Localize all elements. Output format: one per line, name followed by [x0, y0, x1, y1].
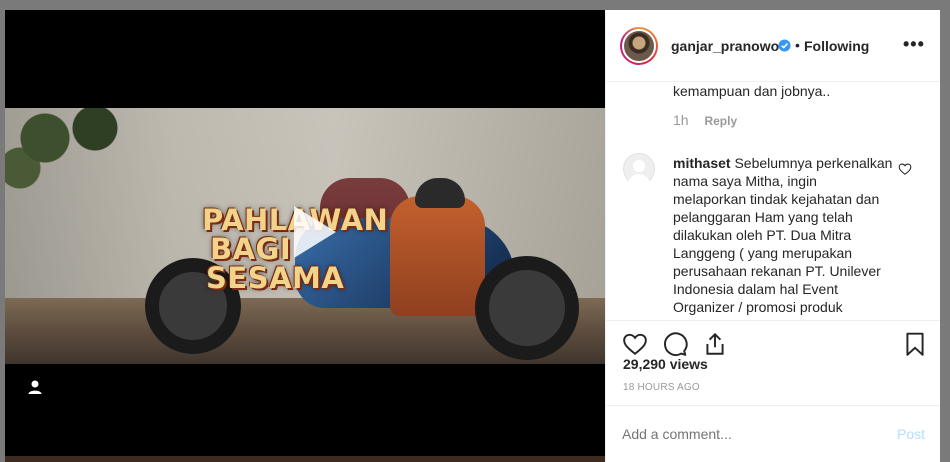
right-gutter — [940, 10, 950, 462]
like-heart-icon[interactable] — [622, 331, 648, 357]
post-side-panel: ganjar_pranowo • Following ••• kemampuan… — [605, 10, 941, 462]
comment-bubble-icon[interactable] — [662, 331, 688, 357]
username[interactable]: ganjar_pranowo — [671, 38, 779, 54]
commenter-avatar[interactable] — [623, 153, 655, 188]
comment-text: Sebelumnya perkenalkan nama saya Mitha, … — [673, 155, 893, 315]
share-icon[interactable] — [702, 331, 728, 357]
video-title-line-3: SESAMA — [206, 261, 345, 295]
video-bottom-strip — [5, 456, 605, 462]
front-wheel — [475, 256, 579, 360]
header-separator: • — [795, 37, 800, 53]
comments-list[interactable]: kemampuan dan jobnya.. 1h Reply mithaset… — [606, 82, 941, 320]
comment-meta: 1h Reply — [673, 112, 737, 128]
reply-button[interactable]: Reply — [704, 114, 737, 128]
tagged-user-icon[interactable] — [26, 378, 44, 396]
helmet — [415, 178, 465, 208]
play-icon[interactable] — [278, 200, 342, 264]
save-bookmark-icon[interactable] — [902, 331, 928, 357]
verified-badge-icon — [778, 39, 791, 52]
post-header: ganjar_pranowo • Following ••• — [606, 10, 941, 82]
post-timestamp: 18 HOURS AGO — [623, 382, 700, 393]
add-comment-input[interactable] — [622, 426, 862, 442]
comment-body: mithaset Sebelumnya perkenalkan nama say… — [673, 154, 893, 316]
post-comment-button[interactable]: Post — [897, 426, 925, 442]
avatar[interactable] — [620, 27, 658, 65]
view-count[interactable]: 29,290 views — [623, 356, 708, 372]
comment-time: 1h — [673, 112, 689, 128]
video-trees — [5, 108, 135, 198]
following-button[interactable]: Following — [804, 38, 869, 54]
avatar-image — [622, 29, 656, 63]
video-player[interactable]: PAHLAWAN BAGI SESAMA — [5, 10, 605, 462]
comment-composer: Post — [606, 405, 941, 462]
more-options-icon[interactable]: ••• — [903, 34, 925, 55]
rider-front — [390, 196, 485, 316]
comment-username[interactable]: mithaset — [673, 155, 731, 171]
previous-comment-tail: kemampuan dan jobnya.. — [673, 83, 831, 99]
comment-like-heart-icon[interactable] — [898, 162, 912, 176]
